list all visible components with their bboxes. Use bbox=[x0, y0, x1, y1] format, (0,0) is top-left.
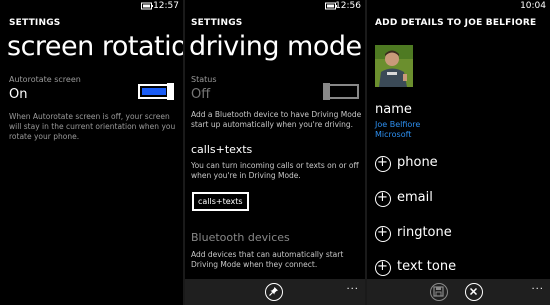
calls-texts-description: You can turn incoming calls or texts on … bbox=[191, 161, 359, 180]
status-time: 12:57 bbox=[153, 1, 179, 11]
plus-icon: + bbox=[375, 190, 391, 207]
save-button[interactable] bbox=[430, 283, 448, 301]
bluetooth-description: Add devices that can automatically start… bbox=[191, 250, 344, 269]
autorotate-label: Autorotate screen bbox=[9, 75, 81, 84]
row-label: ringtone bbox=[397, 225, 452, 240]
status-bar: 10:04 bbox=[367, 0, 550, 14]
add-details-panel: 10:04 ADD DETAILS TO JOE BELFIORE name J… bbox=[367, 0, 550, 305]
plus-icon: + bbox=[375, 155, 391, 172]
cancel-button[interactable] bbox=[465, 283, 483, 301]
section-title: SETTINGS bbox=[191, 18, 243, 28]
status-time: 12:56 bbox=[335, 1, 361, 11]
status-value: Off bbox=[191, 87, 211, 102]
bluetooth-heading: Bluetooth devices bbox=[191, 231, 290, 244]
driving-mode-toggle[interactable] bbox=[323, 83, 359, 100]
contact-avatar[interactable] bbox=[375, 45, 413, 87]
company-link[interactable]: Microsoft bbox=[375, 130, 411, 139]
calls-texts-heading: calls+texts bbox=[191, 143, 253, 156]
page-title: driving mode bbox=[189, 31, 362, 62]
section-title: SETTINGS bbox=[9, 18, 61, 28]
driving-mode-panel: 12:56 SETTINGS driving mode Status Off A… bbox=[185, 0, 365, 305]
name-label: name bbox=[375, 102, 412, 117]
autorotate-toggle[interactable] bbox=[138, 83, 174, 100]
plus-icon: + bbox=[375, 225, 391, 242]
page-title: screen rotation bbox=[7, 31, 183, 62]
status-description: Add a Bluetooth device to have Driving M… bbox=[191, 110, 362, 129]
row-label: email bbox=[397, 190, 433, 205]
row-label: phone bbox=[397, 155, 438, 170]
toggle-thumb bbox=[323, 83, 330, 100]
calls-texts-button[interactable]: calls+texts bbox=[192, 192, 249, 211]
close-icon bbox=[469, 287, 478, 296]
plus-icon: + bbox=[375, 259, 391, 276]
status-label: Status bbox=[191, 75, 217, 84]
autorotate-value: On bbox=[9, 87, 28, 102]
row-label: text tone bbox=[397, 259, 457, 274]
status-bar: 12:56 bbox=[185, 0, 365, 14]
status-bar: 12:57 bbox=[0, 0, 183, 14]
first-name-link[interactable]: Joe Belfiore bbox=[375, 120, 420, 129]
pin-icon bbox=[269, 287, 278, 296]
screen-rotation-panel: 12:57 SETTINGS screen rotation Autorotat… bbox=[0, 0, 183, 305]
app-bar: ... bbox=[367, 279, 550, 305]
pin-button[interactable] bbox=[265, 283, 283, 301]
status-time: 10:04 bbox=[520, 1, 546, 11]
battery-icon bbox=[141, 2, 153, 10]
more-button[interactable]: ... bbox=[346, 281, 359, 292]
contact-photo bbox=[375, 45, 413, 87]
app-bar: ... bbox=[185, 279, 365, 305]
toggle-fill bbox=[142, 88, 166, 95]
more-button[interactable]: ... bbox=[531, 281, 544, 292]
autorotate-description: When Autorotate screen is off, your scre… bbox=[9, 112, 176, 141]
save-icon bbox=[433, 286, 444, 297]
section-title: ADD DETAILS TO JOE BELFIORE bbox=[375, 18, 537, 28]
toggle-thumb bbox=[167, 83, 174, 100]
